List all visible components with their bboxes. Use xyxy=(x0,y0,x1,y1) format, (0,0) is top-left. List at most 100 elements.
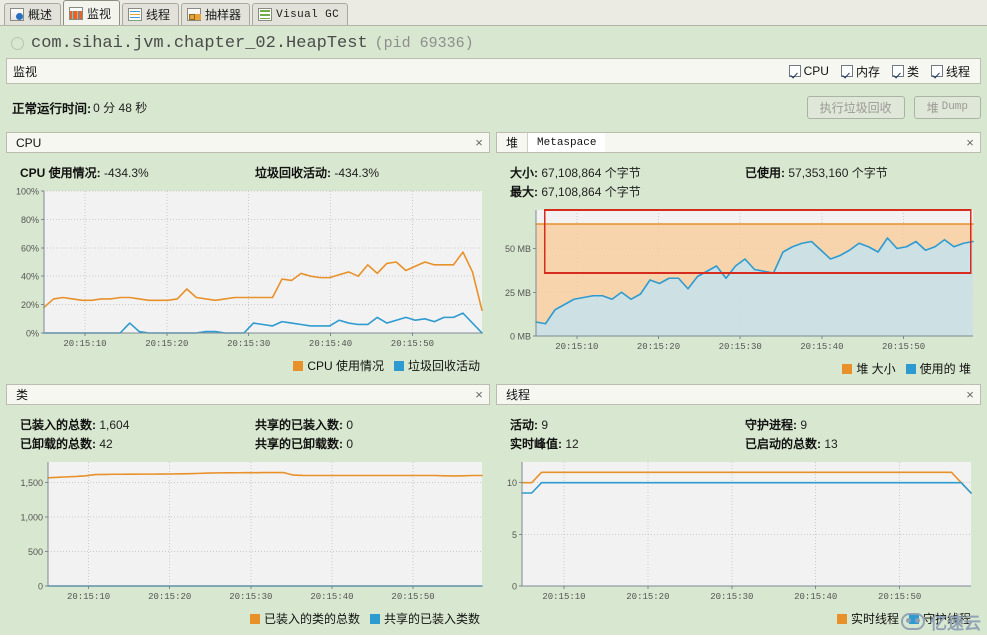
threads-daemon-label: 守护进程: xyxy=(745,418,797,432)
classes-chart-svg[interactable]: 0 500 1,000 1,500 20:15:10 20:15:20 20:15:30 20… xyxy=(6,456,490,608)
svg-text:20:15:40: 20:15:40 xyxy=(310,592,353,602)
svg-text:20:15:10: 20:15:10 xyxy=(542,592,585,602)
main-tab-bar: 概述 监视 线程 抽样器 Visual GC xyxy=(0,0,987,26)
svg-text:50 MB: 50 MB xyxy=(505,244,531,254)
heap-max-label: 最大: xyxy=(510,185,538,199)
heap-chart-legend: 堆 大小 使用的 堆 xyxy=(496,358,981,377)
perform-gc-label: 执行垃圾回收 xyxy=(819,100,892,115)
close-icon[interactable]: × xyxy=(469,133,489,152)
heap-chart[interactable]: 0 MB 25 MB 50 MB 20:15:10 20:15:20 20:15:30 20… xyxy=(496,204,981,358)
svg-text:20:15:30: 20:15:30 xyxy=(229,592,272,602)
checkbox-classes[interactable]: 类 xyxy=(891,63,919,80)
checkbox-threads[interactable]: 线程 xyxy=(930,63,970,80)
gc-activity-label: 垃圾回收活动: xyxy=(255,166,331,180)
close-icon[interactable]: × xyxy=(960,385,980,404)
tab-sampler[interactable]: 抽样器 xyxy=(181,3,251,25)
heap-chart-svg[interactable]: 0 MB 25 MB 50 MB 20:15:10 20:15:20 20:15:30 20… xyxy=(496,204,981,358)
cpu-chart-legend: CPU 使用情况 垃圾回收活动 xyxy=(6,355,490,374)
threads-daemon-stat: 守护进程: 9 xyxy=(745,416,981,433)
checkbox-memory-box[interactable] xyxy=(840,65,853,77)
tab-overview[interactable]: 概述 xyxy=(4,3,62,25)
classes-chart[interactable]: 0 500 1,000 1,500 20:15:10 20:15:20 20:15:30 20… xyxy=(6,456,490,608)
process-status-icon xyxy=(11,36,24,50)
svg-text:5: 5 xyxy=(512,530,517,540)
svg-text:20:15:40: 20:15:40 xyxy=(309,339,352,349)
metric-checkbox-group: CPU 内存 类 线程 xyxy=(788,63,970,80)
heap-dump-label-en: Dump xyxy=(941,101,968,113)
svg-text:20:15:30: 20:15:30 xyxy=(710,592,753,602)
classes-loaded-total-value: 1,604 xyxy=(99,418,130,432)
classes-panel-body: 已装入的总数: 1,604 共享的已装入数: 0 已卸载的总数: 42 共享的已… xyxy=(6,405,490,627)
svg-text:10: 10 xyxy=(507,478,517,488)
classes-panel: 类 × 已装入的总数: 1,604 共享的已装入数: 0 已卸载的总数: 42 xyxy=(6,384,490,634)
cpu-chart-svg[interactable]: 0% 20% 40% 60% 80% 100% 20:15:10 20:15:20 20:15:… xyxy=(6,185,490,355)
svg-text:20:15:30: 20:15:30 xyxy=(227,339,270,349)
uptime-value: 0 分 48 秒 xyxy=(93,100,148,115)
tab-threads-label: 线程 xyxy=(146,8,171,22)
threads-started-total-label: 已启动的总数: xyxy=(745,437,821,451)
classes-shared-unloaded-value: 0 xyxy=(346,437,354,451)
cpu-usage-stat: CPU 使用情况: -434.3% xyxy=(20,164,255,181)
gc-activity-stat: 垃圾回收活动: -434.3% xyxy=(255,164,490,181)
threads-chart-svg[interactable]: 0 5 10 20:15:10 20:15:20 20:15:30 20:15:40 20:1… xyxy=(496,456,981,608)
checkbox-threads-box[interactable] xyxy=(930,65,943,77)
checkbox-classes-box[interactable] xyxy=(891,65,904,77)
classes-chart-legend: 已装入的类的总数 共享的已装入类数 xyxy=(6,608,490,627)
svg-text:20:15:40: 20:15:40 xyxy=(794,592,837,602)
uptime-label: 正常运行时间: xyxy=(12,101,92,116)
legend-classes-loaded-label: 已装入的类的总数 xyxy=(263,612,360,626)
cpu-stats: CPU 使用情况: -434.3% 垃圾回收活动: -434.3% xyxy=(6,159,490,185)
svg-text:100%: 100% xyxy=(16,187,39,197)
legend-heap-used: 使用的 堆 xyxy=(905,360,971,377)
svg-text:20:15:30: 20:15:30 xyxy=(719,342,762,352)
heap-size-stat: 大小: 67,108,864 个字节 xyxy=(510,164,745,181)
threads-peak-stat: 实时峰值: 12 xyxy=(510,435,745,452)
svg-text:0: 0 xyxy=(512,582,517,592)
heap-panel-tab-heap[interactable]: 堆 xyxy=(497,133,527,152)
heap-size-label: 大小: xyxy=(510,166,538,180)
cpu-chart[interactable]: 0% 20% 40% 60% 80% 100% 20:15:10 20:15:20 20:15:… xyxy=(6,185,490,355)
legend-gc-activity: 垃圾回收活动 xyxy=(393,357,480,374)
heap-used-value: 57,353,160 个字节 xyxy=(788,166,888,180)
checkbox-cpu[interactable]: CPU xyxy=(788,64,829,78)
threads-daemon-value: 9 xyxy=(800,418,808,432)
legend-heap-size-label: 堆 大小 xyxy=(856,362,896,376)
sampler-icon xyxy=(187,8,202,21)
heap-panel-tab-metaspace[interactable]: Metaspace xyxy=(527,133,606,152)
watermark-logo-icon xyxy=(901,613,925,630)
heap-panel: 堆 Metaspace × 大小: 67,108,864 个字节 已使用: 57… xyxy=(496,132,981,378)
threads-header-spacer xyxy=(539,385,960,404)
tab-monitor[interactable]: 监视 xyxy=(63,0,121,25)
process-pid: (pid 69336) xyxy=(374,34,474,52)
svg-text:20:15:20: 20:15:20 xyxy=(148,592,191,602)
legend-swatch-orange xyxy=(836,613,847,624)
close-icon[interactable]: × xyxy=(960,133,980,152)
classes-panel-title: 类 xyxy=(16,388,29,402)
threads-live-label: 活动: xyxy=(510,418,538,432)
gc-activity-value: -434.3% xyxy=(334,166,380,180)
classes-shared-loaded-stat: 共享的已装入数: 0 xyxy=(255,416,490,433)
cpu-usage-value: -434.3% xyxy=(104,166,149,180)
heap-dump-button[interactable]: 堆 Dump xyxy=(913,95,981,119)
checkbox-cpu-box[interactable] xyxy=(788,65,801,77)
heap-panel-body: 大小: 67,108,864 个字节 已使用: 57,353,160 个字节 最… xyxy=(496,153,981,377)
checkbox-memory-label: 内存 xyxy=(855,64,880,79)
svg-text:20:15:50: 20:15:50 xyxy=(391,592,434,602)
threads-chart[interactable]: 0 5 10 20:15:10 20:15:20 20:15:30 20:15:40 20:1… xyxy=(496,456,981,608)
legend-threads-live-label: 实时线程 xyxy=(850,612,899,626)
close-icon[interactable]: × xyxy=(469,385,489,404)
checkbox-memory[interactable]: 内存 xyxy=(840,63,880,80)
perform-gc-button[interactable]: 执行垃圾回收 xyxy=(806,95,905,119)
tab-visual-gc[interactable]: Visual GC xyxy=(252,3,349,25)
svg-text:60%: 60% xyxy=(21,243,39,253)
legend-swatch-orange xyxy=(842,363,853,374)
classes-shared-loaded-value: 0 xyxy=(346,418,354,432)
tab-monitor-label: 监视 xyxy=(87,6,112,21)
tab-threads[interactable]: 线程 xyxy=(122,3,180,25)
classes-unloaded-total-label: 已卸载的总数: xyxy=(20,437,96,451)
heap-dump-label-cn: 堆 xyxy=(926,100,939,115)
svg-text:20:15:10: 20:15:10 xyxy=(63,339,106,349)
monitor-icon xyxy=(69,6,84,20)
checkbox-cpu-label: CPU xyxy=(803,64,829,78)
legend-cpu-usage-label: CPU 使用情况 xyxy=(307,359,384,373)
